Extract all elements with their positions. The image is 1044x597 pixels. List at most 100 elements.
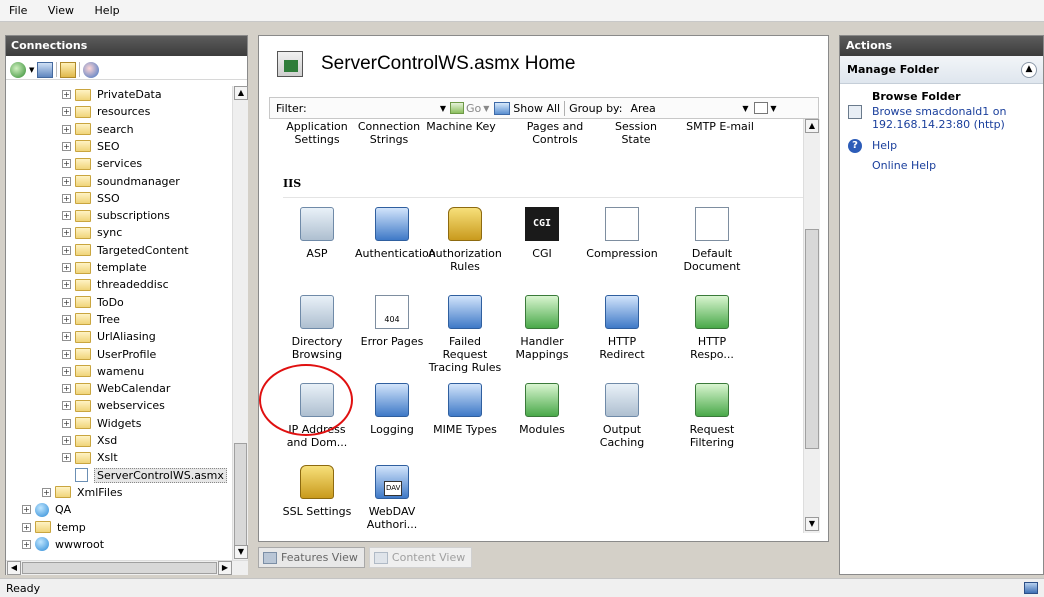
expand-icon[interactable]: + <box>22 522 31 532</box>
expand-icon[interactable]: + <box>62 453 71 463</box>
expand-icon[interactable]: + <box>62 401 71 411</box>
scroll-right-icon[interactable]: ▶ <box>218 561 232 575</box>
expand-icon[interactable]: + <box>42 487 51 497</box>
tree-item[interactable]: + services <box>62 155 142 172</box>
go-button[interactable]: Go <box>466 102 481 115</box>
tree-item[interactable]: + UserProfile <box>62 346 156 363</box>
feature-item[interactable]: Modules <box>505 383 579 436</box>
feature-item[interactable]: Directory Browsing <box>280 295 354 361</box>
filter-input[interactable] <box>322 100 438 116</box>
group-by-dropdown-icon[interactable]: ▼ <box>740 104 750 113</box>
tree-item[interactable]: + sync <box>62 224 122 241</box>
save-icon[interactable] <box>37 61 54 78</box>
show-all-icon[interactable] <box>494 101 511 115</box>
tree-item[interactable]: + Xslt <box>62 449 118 466</box>
scroll-thumb[interactable] <box>805 229 819 449</box>
tree-item[interactable]: + SEO <box>62 138 120 155</box>
tree-item[interactable]: + threadeddisc <box>62 276 169 293</box>
tree-item[interactable]: + template <box>62 259 147 276</box>
feature-item[interactable]: CGI CGI <box>505 207 579 260</box>
feature-item[interactable]: Failed Request Tracing Rules <box>428 295 502 374</box>
feature-item[interactable]: Authentication <box>355 207 436 260</box>
scroll-down-icon[interactable]: ▼ <box>234 545 248 559</box>
feature-application-settings[interactable]: Application Settings <box>280 120 354 146</box>
show-all-button[interactable]: Show All <box>513 102 560 115</box>
feature-item[interactable]: Handler Mappings <box>505 295 579 361</box>
tree-item[interactable]: + soundmanager <box>62 173 180 190</box>
feature-item[interactable]: HTTP Redirect <box>585 295 659 361</box>
expand-icon[interactable]: + <box>62 384 71 394</box>
expand-icon[interactable]: + <box>62 193 71 203</box>
expand-icon[interactable]: + <box>62 107 71 117</box>
tree-item[interactable]: + wamenu <box>62 363 144 380</box>
tree-item[interactable]: + TargetedContent <box>62 242 189 259</box>
scroll-down-icon[interactable]: ▼ <box>805 517 819 531</box>
expand-icon[interactable]: + <box>62 263 71 272</box>
feature-item[interactable]: Request Filtering <box>675 383 749 449</box>
feature-item[interactable]: HTTP Respo... <box>675 295 749 361</box>
expand-icon[interactable]: + <box>22 539 31 549</box>
expand-icon[interactable]: + <box>62 90 71 99</box>
feature-session-state[interactable]: Session State <box>599 120 673 146</box>
up-folder-icon[interactable] <box>60 61 77 78</box>
expand-icon[interactable]: + <box>62 314 71 324</box>
expand-icon[interactable]: + <box>62 245 71 255</box>
feature-machine-key[interactable]: Machine Key <box>424 120 498 133</box>
feature-item[interactable]: ASP <box>280 207 354 260</box>
online-help-action[interactable]: Online Help <box>840 153 1043 172</box>
tree-item[interactable]: + resources <box>62 103 150 120</box>
help-action[interactable]: ? Help <box>840 131 1043 153</box>
expand-icon[interactable]: + <box>62 176 71 186</box>
scroll-up-icon[interactable]: ▲ <box>805 119 819 133</box>
expand-icon[interactable]: + <box>62 159 71 169</box>
menu-file[interactable]: File <box>0 0 35 17</box>
group-by-select[interactable]: Area <box>630 102 740 115</box>
feature-item[interactable]: MIME Types <box>428 383 502 436</box>
connections-horizontal-scrollbar[interactable]: ◀ ▶ <box>6 560 248 575</box>
feature-connection-strings[interactable]: Connection Strings <box>352 120 426 146</box>
expand-icon[interactable]: + <box>62 418 71 428</box>
browse-link[interactable]: Browse smacdonald1 on 192.168.14.23:80 (… <box>872 105 1032 131</box>
expand-icon[interactable]: + <box>62 366 71 376</box>
tree-item[interactable]: + ToDo <box>62 294 124 311</box>
feature-item[interactable]: Compression <box>585 207 659 260</box>
go-icon[interactable] <box>450 102 464 114</box>
go-dropdown-icon[interactable]: ▼ <box>481 104 491 113</box>
filter-dropdown-icon[interactable]: ▼ <box>438 104 448 113</box>
expand-icon[interactable]: + <box>62 332 71 342</box>
features-vertical-scrollbar[interactable]: ▲ ▼ <box>803 119 820 533</box>
scroll-thumb[interactable] <box>234 443 247 553</box>
feature-item[interactable]: Default Document <box>675 207 749 273</box>
feature-item[interactable]: 404 Error Pages <box>355 295 429 348</box>
expand-icon[interactable]: + <box>62 211 71 221</box>
connect-icon[interactable] <box>10 61 26 78</box>
menu-help[interactable]: Help <box>86 0 128 17</box>
view-mode-dropdown-icon[interactable]: ▼ <box>768 104 778 113</box>
menu-view[interactable]: View <box>39 0 82 17</box>
scroll-left-icon[interactable]: ◀ <box>7 561 21 575</box>
connect-dropdown-icon[interactable]: ▼ <box>29 66 34 74</box>
view-mode-icon[interactable] <box>754 102 769 114</box>
feature-item[interactable]: Logging <box>355 383 429 436</box>
expand-icon[interactable]: + <box>62 124 71 134</box>
tree-item[interactable]: + SSO <box>62 190 120 207</box>
feature-item[interactable]: DAV WebDAV Authori... <box>355 465 429 531</box>
feature-item[interactable]: SSL Settings <box>280 465 354 518</box>
feature-smtp-email[interactable]: SMTP E-mail <box>683 120 757 133</box>
collapse-icon[interactable]: ▲ <box>1021 61 1037 78</box>
expand-icon[interactable]: + <box>22 505 31 515</box>
connections-vertical-scrollbar[interactable]: ▲ ▼ <box>232 86 248 560</box>
feature-item[interactable]: Authorization Rules <box>428 207 502 273</box>
tree-item[interactable]: ServerControlWS.asmx <box>62 467 227 484</box>
disconnect-icon[interactable] <box>83 61 100 78</box>
tree-item[interactable]: + WebCalendar <box>62 380 170 397</box>
expand-icon[interactable]: + <box>62 349 71 359</box>
tree-item[interactable]: + QA <box>22 501 71 518</box>
expand-icon[interactable]: + <box>62 297 71 307</box>
tree-item[interactable]: + wwwroot <box>22 536 104 553</box>
content-view-tab[interactable]: Content View <box>368 547 473 568</box>
horizontal-scroll-thumb[interactable] <box>22 562 217 574</box>
tree-item[interactable]: + UrlAliasing <box>62 328 156 345</box>
tree-item[interactable]: + webservices <box>62 397 165 414</box>
tree-item[interactable]: + Xsd <box>62 432 117 449</box>
